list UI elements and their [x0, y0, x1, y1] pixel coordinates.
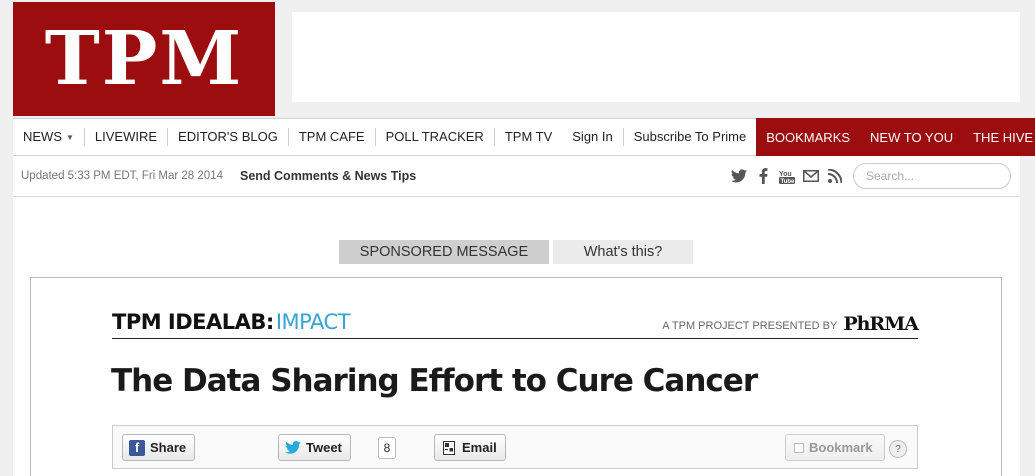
facebook-icon[interactable] [755, 168, 771, 184]
svg-text:You: You [779, 171, 792, 178]
news-tips-link[interactable]: Send Comments & News Tips [240, 169, 416, 183]
bookmarks-link[interactable]: BOOKMARKS [756, 118, 860, 156]
bookmark-label: Bookmark [809, 440, 873, 455]
email-icon[interactable] [803, 168, 819, 184]
sponsored-message-label: SPONSORED MESSAGE [339, 240, 549, 264]
bookmark-button[interactable]: Bookmark [785, 434, 885, 461]
nav-item-label: EDITOR'S BLOG [178, 129, 278, 144]
nav-item-label: TPM TV [504, 129, 553, 144]
sponsored-card: TPM IDEALAB: IMPACT A TPM PROJECT PRESEN… [30, 277, 1002, 476]
facebook-share-button[interactable]: f Share [122, 434, 196, 461]
main-content: SPONSORED MESSAGE What's this? TPM IDEAL… [13, 197, 1020, 476]
nav-item-news[interactable]: NEWS ▼ [13, 128, 85, 146]
nav-item-label: POLL TRACKER [385, 129, 484, 144]
social-icons: You Tube [731, 168, 843, 184]
share-bar: f Share Tweet 8 Email Bookmark ? [112, 425, 918, 469]
whats-this-link[interactable]: What's this? [553, 240, 693, 264]
idealab-label: TPM IDEALAB: [112, 310, 274, 334]
nav-left: NEWS ▼ LIVEWIRE EDITOR'S BLOG TPM CAFE PO… [13, 119, 562, 155]
nav-item-tpm-cafe[interactable]: TPM CAFE [289, 128, 376, 146]
help-icon[interactable]: ? [889, 440, 907, 458]
tweet-label: Tweet [306, 440, 342, 455]
page: TPM NEWS ▼ LIVEWIRE EDITOR'S BLOG TPM CAF… [0, 0, 1035, 476]
idealab-section[interactable]: IMPACT [276, 310, 351, 334]
main-nav: NEWS ▼ LIVEWIRE EDITOR'S BLOG TPM CAFE PO… [13, 118, 1035, 156]
tweet-button[interactable]: Tweet [278, 434, 351, 461]
new-to-you-link[interactable]: NEW TO YOU [860, 118, 963, 156]
svg-text:Tube: Tube [781, 179, 796, 184]
nav-item-label: TPM CAFE [298, 129, 365, 144]
twitter-bird-icon [285, 440, 301, 456]
bookmark-checkbox-icon [794, 442, 804, 453]
email-icon [441, 440, 457, 456]
nav-item-label: LIVEWIRE [94, 129, 158, 144]
idealab-bar: TPM IDEALAB: IMPACT A TPM PROJECT PRESEN… [112, 306, 919, 339]
logo-text: TPM [44, 16, 244, 102]
updated-timestamp: Updated 5:33 PM EDT, Fri Mar 28 2014 [21, 170, 223, 182]
tweet-count: 8 [378, 437, 396, 459]
email-label: Email [462, 440, 497, 455]
phrma-logo[interactable]: PhRMA [843, 315, 919, 334]
chevron-down-icon: ▼ [66, 132, 74, 142]
the-hive-link[interactable]: THE HIVE [963, 118, 1035, 156]
sub-bar: Updated 5:33 PM EDT, Fri Mar 28 2014 Sen… [13, 156, 1020, 197]
rss-icon[interactable] [827, 168, 843, 184]
nav-item-poll-tracker[interactable]: POLL TRACKER [376, 128, 495, 146]
search-input[interactable] [853, 163, 1011, 189]
nav-item-tpm-tv[interactable]: TPM TV [495, 128, 562, 146]
nav-right: Sign In Subscribe To Prime [562, 119, 756, 155]
email-share-button[interactable]: Email [434, 434, 506, 461]
subscribe-link[interactable]: Subscribe To Prime [624, 128, 756, 146]
presented-by-text: A TPM PROJECT PRESENTED BY [662, 320, 838, 332]
ad-banner [292, 12, 1020, 102]
sign-in-link[interactable]: Sign In [562, 128, 624, 146]
youtube-icon[interactable]: You Tube [779, 168, 795, 184]
article-headline[interactable]: The Data Sharing Effort to Cure Cancer [111, 363, 758, 399]
facebook-icon: f [129, 439, 145, 456]
tpm-logo[interactable]: TPM [13, 2, 275, 116]
nav-red-section: BOOKMARKS NEW TO YOU THE HIVE [756, 118, 1035, 156]
twitter-icon[interactable] [731, 168, 747, 184]
nav-item-label: NEWS [23, 129, 62, 144]
nav-item-editors-blog[interactable]: EDITOR'S BLOG [168, 128, 289, 146]
facebook-share-label: Share [150, 440, 187, 455]
nav-item-livewire[interactable]: LIVEWIRE [85, 128, 169, 146]
